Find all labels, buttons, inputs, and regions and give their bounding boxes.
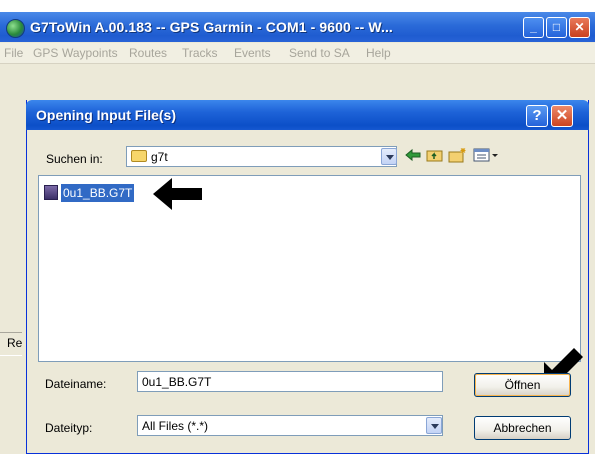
menu-file[interactable]: File	[4, 46, 23, 60]
file-icon	[44, 185, 58, 200]
chevron-down-icon[interactable]	[426, 417, 442, 434]
menu-events[interactable]: Events	[234, 46, 271, 60]
file-list[interactable]: 0u1_BB.G7T	[38, 175, 581, 362]
open-button[interactable]: Öffnen	[474, 373, 571, 397]
dialog-titlebar[interactable]: Opening Input File(s) ? ✕	[26, 100, 589, 130]
menu-tracks[interactable]: Tracks	[182, 46, 218, 60]
view-menu-icon[interactable]	[472, 147, 502, 165]
menu-bar: File GPS Waypoints Routes Tracks Events …	[0, 43, 595, 64]
menu-waypoints[interactable]: Waypoints	[62, 46, 118, 60]
look-in-value: g7t	[151, 150, 168, 164]
filetype-select[interactable]: All Files (*.*)	[137, 415, 443, 436]
filename-label: Dateiname:	[45, 377, 107, 391]
look-in-label: Suchen in:	[46, 152, 103, 166]
menu-gps[interactable]: GPS	[33, 46, 58, 60]
app-globe-icon[interactable]	[6, 19, 25, 38]
cancel-button[interactable]: Abbrechen	[474, 416, 571, 440]
up-folder-icon[interactable]	[425, 147, 445, 165]
look-in-combobox[interactable]: g7t	[126, 146, 397, 167]
chevron-down-icon[interactable]	[381, 148, 397, 165]
status-bar-text: Re	[7, 336, 23, 350]
filetype-value: All Files (*.*)	[142, 419, 209, 433]
new-folder-icon[interactable]	[448, 147, 468, 165]
menu-send-to-sa[interactable]: Send to SA	[289, 46, 350, 60]
main-window-title: G7ToWin A.00.183 -- GPS Garmin - COM1 - …	[30, 19, 393, 35]
filetype-label: Dateityp:	[45, 421, 93, 435]
back-arrow-icon[interactable]	[403, 147, 423, 165]
menu-routes[interactable]: Routes	[129, 46, 167, 60]
main-titlebar[interactable]: G7ToWin A.00.183 -- GPS Garmin - COM1 - …	[0, 12, 595, 42]
dialog-title: Opening Input File(s)	[36, 107, 176, 123]
file-name[interactable]: 0u1_BB.G7T	[59, 183, 136, 203]
folder-icon	[131, 150, 147, 162]
black-arrow-icon	[150, 174, 206, 217]
help-button[interactable]: ?	[526, 105, 548, 127]
close-window-button[interactable]: ✕	[569, 17, 590, 38]
menu-help[interactable]: Help	[366, 46, 391, 60]
filename-input[interactable]: 0u1_BB.G7T	[137, 371, 443, 392]
dialog-close-button[interactable]: ✕	[551, 105, 573, 127]
maximize-button[interactable]: □	[546, 17, 567, 38]
minimize-button[interactable]: _	[523, 17, 544, 38]
